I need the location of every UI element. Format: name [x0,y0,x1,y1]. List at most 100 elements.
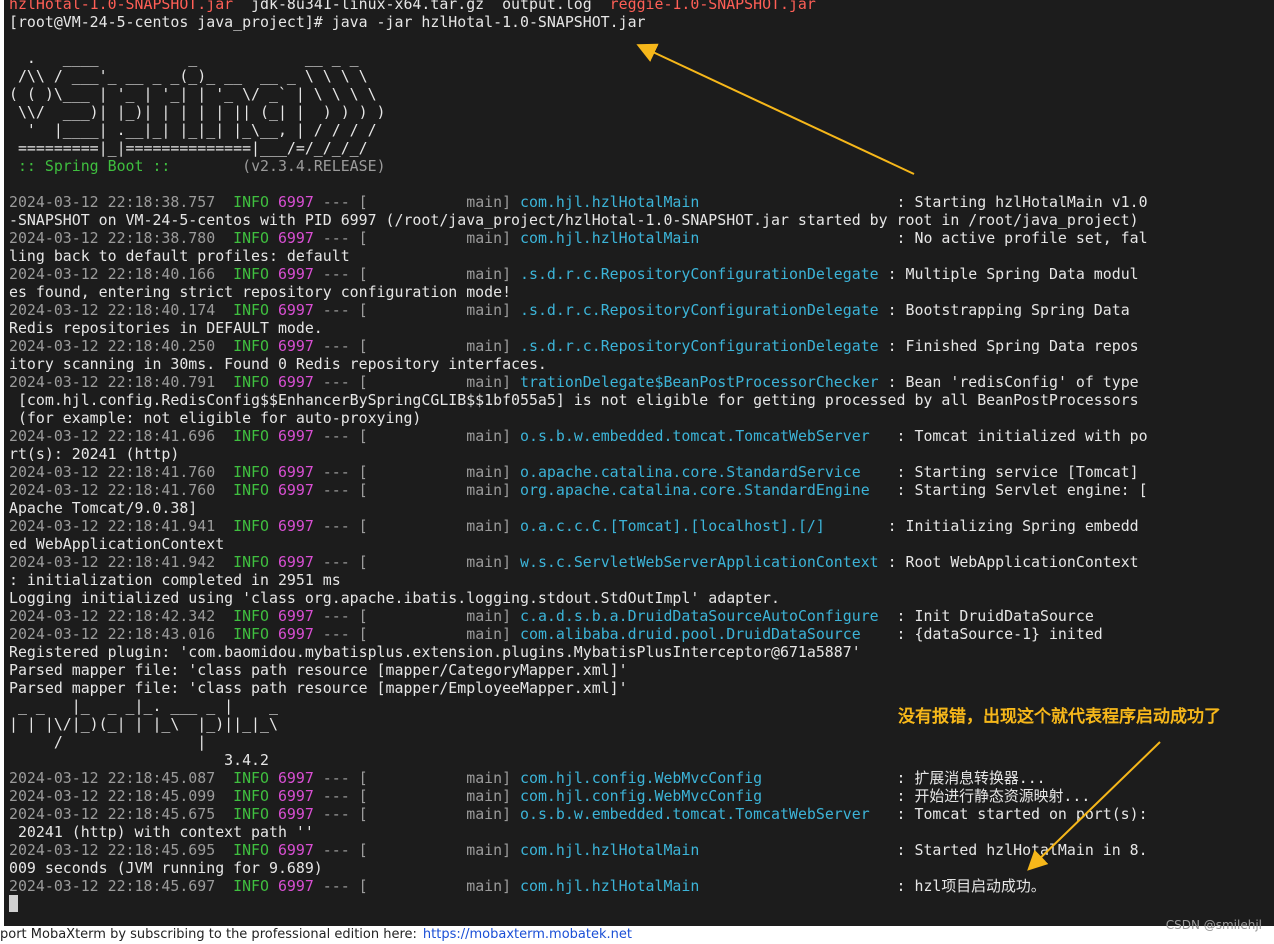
terminal-segment: : Starting service [Tomcat] [887,463,1139,481]
terminal-segment: INFO [233,301,278,319]
terminal-segment: INFO [233,517,278,535]
terminal-segment: com.hjl.hzlHotalMain [520,193,888,211]
terminal-segment: --- [ main] [313,877,521,895]
terminal-segment: 2024-03-12 22:18:40.166 [9,265,234,283]
terminal-line: [root@VM-24-5-centos java_project]# java… [9,13,1148,31]
terminal-segment: INFO [233,265,278,283]
terminal-segment: --- [ main] [313,193,521,211]
terminal-segment: .s.d.r.c.RepositoryConfigurationDelegate [520,337,879,355]
terminal-segment: hzlHotal-1.0-SNAPSHOT.jar [9,0,252,13]
terminal-segment: 2024-03-12 22:18:40.791 [9,373,234,391]
terminal-segment: itory scanning in 30ms. Found 0 Redis re… [9,355,547,373]
terminal-segment: : No active profile set, fal [887,229,1148,247]
terminal-segment: 009 seconds (JVM running for 9.689) [9,859,323,877]
terminal-line: 2024-03-12 22:18:45.675 INFO 6997 --- [ … [9,805,1148,823]
terminal-segment: 6997 [277,463,314,481]
terminal-segment: . ____ _ __ _ _ [9,49,359,67]
terminal-line: / | [9,733,1148,751]
terminal-segment: ed WebApplicationContext [9,535,225,553]
terminal-segment: com.hjl.config.WebMvcConfig [520,769,888,787]
mobaxterm-link[interactable]: https://mobaxterm.mobatek.net [423,927,632,942]
terminal-line: =========|_|==============|___/=/_/_/_/ [9,139,1148,157]
terminal-segment: --- [ main] [313,553,521,571]
terminal-segment: / | [9,733,207,751]
terminal-segment: INFO [233,769,278,787]
terminal-line: rt(s): 20241 (http) [9,445,1148,463]
terminal-segment: 6997 [277,769,314,787]
terminal-line: Parsed mapper file: 'class path resource… [9,679,1148,697]
terminal-segment: INFO [233,373,278,391]
terminal-segment: 2024-03-12 22:18:42.342 [9,607,234,625]
terminal-segment: com.hjl.hzlHotalMain [520,229,888,247]
terminal-segment: _ _ |_ _ _|_. ___ _ | _ [9,697,278,715]
terminal-segment: o.apache.catalina.core.StandardService [520,463,888,481]
terminal-segment: 6997 [277,805,314,823]
terminal-segment: es found, entering strict repository con… [9,283,512,301]
terminal-segment: Logging initialized using 'class org.apa… [9,589,780,607]
terminal-segment: 2024-03-12 22:18:40.250 [9,337,234,355]
terminal-line: Apache Tomcat/9.0.38] [9,499,1148,517]
terminal-line: 2024-03-12 22:18:45.087 INFO 6997 --- [ … [9,769,1148,787]
terminal-line: 2024-03-12 22:18:41.760 INFO 6997 --- [ … [9,463,1148,481]
terminal-segment: o.s.b.w.embedded.tomcat.TomcatWebServer [520,805,888,823]
terminal-line: ' |____| .__|_| |_|_| |_\__, | / / / / [9,121,1148,139]
terminal-line: 2024-03-12 22:18:40.174 INFO 6997 --- [ … [9,301,1148,319]
terminal-segment: 2024-03-12 22:18:45.695 [9,841,234,859]
terminal-segment: 2024-03-12 22:18:41.760 [9,481,234,499]
terminal-line: Parsed mapper file: 'class path resource… [9,661,1148,679]
annotation-text: 没有报错，出现这个就代表程序启动成功了 [898,707,1221,727]
terminal-line: hzlHotal-1.0-SNAPSHOT.jar jdk-8u341-linu… [9,0,1148,13]
terminal-segment: : 开始进行静态资源映射... [887,787,1091,805]
terminal-line: Registered plugin: 'com.baomidou.mybatis… [9,643,1148,661]
terminal-line: 2024-03-12 22:18:38.780 INFO 6997 --- [ … [9,229,1148,247]
terminal-line: 2024-03-12 22:18:41.760 INFO 6997 --- [ … [9,481,1148,499]
terminal-segment: com.hjl.hzlHotalMain [520,877,888,895]
terminal-segment: 6997 [277,373,314,391]
terminal-segment: 6997 [277,265,314,283]
terminal-segment: INFO [233,877,278,895]
terminal-segment: 20241 (http) with context path '' [9,823,314,841]
terminal-segment: Parsed mapper file: 'class path resource… [9,661,628,679]
status-bar-text: port MobaXterm by subscribing to the pro… [0,927,417,942]
terminal-line: 2024-03-12 22:18:40.791 INFO 6997 --- [ … [9,373,1148,391]
terminal-segment: 6997 [277,481,314,499]
terminal-segment: 6997 [277,301,314,319]
terminal-line: ling back to default profiles: default [9,247,1148,265]
terminal-segment: jdk-8u341-linux-x64.tar.gz output.log [251,0,610,13]
terminal-segment: INFO [233,463,278,481]
terminal-segment: .s.d.r.c.RepositoryConfigurationDelegate [520,265,879,283]
terminal-segment: : Init DruidDataSource [887,607,1094,625]
terminal-line: 2024-03-12 22:18:40.250 INFO 6997 --- [ … [9,337,1148,355]
terminal-segment: --- [ main] [313,373,521,391]
terminal-segment: 6997 [277,787,314,805]
terminal-segment: : Started hzlHotalMain in 8. [887,841,1148,859]
terminal-segment: INFO [233,787,278,805]
terminal-line: 20241 (http) with context path '' [9,823,1148,841]
terminal-segment: : {dataSource-1} inited [887,625,1103,643]
terminal-line: -SNAPSHOT on VM-24-5-centos with PID 699… [9,211,1148,229]
terminal-segment: w.s.c.ServletWebServerApplicationContext [520,553,879,571]
terminal-segment: --- [ main] [313,427,521,445]
terminal-line: 2024-03-12 22:18:41.942 INFO 6997 --- [ … [9,553,1148,571]
terminal-line: Redis repositories in DEFAULT mode. [9,319,1148,337]
terminal-segment: 2024-03-12 22:18:45.087 [9,769,234,787]
terminal-segment: Redis repositories in DEFAULT mode. [9,319,323,337]
terminal-segment: [com.hjl.config.RedisConfig$$EnhancerByS… [9,391,1139,409]
terminal-segment: 6997 [277,625,314,643]
terminal-line: itory scanning in 30ms. Found 0 Redis re… [9,355,1148,373]
terminal-segment: INFO [233,193,278,211]
terminal-segment: INFO [233,337,278,355]
terminal-segment: : hzl项目启动成功。 [887,877,1046,895]
terminal-line: . ____ _ __ _ _ [9,49,1148,67]
terminal-segment: com.alibaba.druid.pool.DruidDataSource [520,625,888,643]
terminal-output[interactable]: hzlHotal-1.0-SNAPSHOT.jar jdk-8u341-linu… [4,0,1274,926]
terminal-segment: [root@VM-24-5-centos java_project]# java… [9,13,646,31]
terminal-segment: ( ( )\___ | '_ | '_| | '_ \/ _` | \ \ \ … [9,85,377,103]
terminal-segment: (v2.3.4.RELEASE) [179,157,386,175]
terminal-line: 2024-03-12 22:18:42.342 INFO 6997 --- [ … [9,607,1148,625]
terminal-segment: : Bootstrapping Spring Data [878,301,1130,319]
terminal-line: es found, entering strict repository con… [9,283,1148,301]
terminal-segment: /\\ / ___'_ __ _ _(_)_ __ __ _ \ \ \ \ [9,67,368,85]
terminal-segment: 6997 [277,193,314,211]
